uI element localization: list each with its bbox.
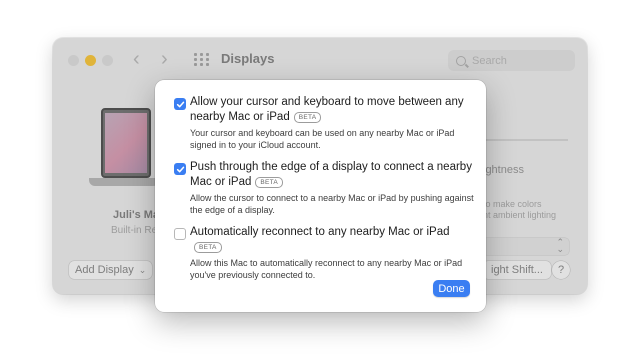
zoom-window-button[interactable]: [102, 55, 113, 66]
refresh-rate-select[interactable]: ⌃ ⌄: [483, 238, 569, 255]
option-description: Your cursor and keyboard can be used on …: [190, 128, 455, 150]
done-button[interactable]: Done: [433, 280, 470, 297]
option-push-through-edge: Push through the edge of a display to co…: [174, 160, 474, 216]
search-icon: [456, 55, 466, 66]
beta-badge: BETA: [293, 112, 322, 123]
brightness-slider-track[interactable]: [478, 139, 568, 141]
night-shift-button[interactable]: ight Shift...: [483, 261, 551, 279]
up-down-chevron-icon: ⌃ ⌄: [556, 237, 564, 254]
forward-chevron-icon[interactable]: ›: [161, 49, 168, 69]
option-title: Allow your cursor and keyboard to move b…: [190, 96, 464, 123]
push-through-checkbox[interactable]: [174, 163, 186, 175]
auto-reconnect-checkbox[interactable]: [174, 228, 186, 240]
option-description: Allow this Mac to automatically reconnec…: [190, 258, 463, 280]
help-button[interactable]: ?: [552, 261, 570, 279]
chevron-down-icon: ⌄: [138, 264, 147, 275]
true-tone-description-line1: to make colors: [483, 199, 542, 209]
window-title: Displays: [221, 51, 275, 66]
back-chevron-icon[interactable]: ‹: [133, 49, 140, 69]
search-field[interactable]: Search: [448, 50, 575, 71]
universal-control-sheet: Allow your cursor and keyboard to move b…: [155, 80, 486, 312]
checkmark-icon: [176, 166, 184, 172]
add-display-label: Add Display: [75, 264, 134, 276]
option-title: Push through the edge of a display to co…: [190, 161, 472, 188]
display-name: Juli's Ma: [113, 209, 160, 221]
laptop-screen: [101, 108, 151, 178]
minimize-window-button[interactable]: [85, 55, 96, 66]
option-cursor-keyboard: Allow your cursor and keyboard to move b…: [174, 95, 474, 151]
laptop-base: [89, 178, 159, 186]
add-display-popup[interactable]: Add Display ⌄: [69, 261, 153, 279]
checkmark-icon: [176, 101, 184, 107]
true-tone-description-line2: nt ambient lighting: [483, 210, 557, 220]
title-bar: ‹ › Displays Search: [53, 38, 587, 82]
beta-badge: BETA: [194, 242, 222, 253]
laptop-display-image[interactable]: [89, 108, 159, 194]
search-placeholder: Search: [472, 54, 507, 67]
cursor-keyboard-checkbox[interactable]: [174, 98, 186, 110]
option-title: Automatically reconnect to any nearby Ma…: [190, 226, 450, 253]
display-subtitle: Built-in Re: [111, 225, 158, 236]
brightness-label: ightness: [483, 164, 524, 176]
show-all-grid-icon[interactable]: [194, 53, 209, 66]
option-description: Allow the cursor to connect to a nearby …: [190, 193, 474, 215]
option-auto-reconnect: Automatically reconnect to any nearby Ma…: [174, 225, 474, 281]
close-window-button[interactable]: [68, 55, 79, 66]
beta-badge: BETA: [255, 177, 284, 188]
